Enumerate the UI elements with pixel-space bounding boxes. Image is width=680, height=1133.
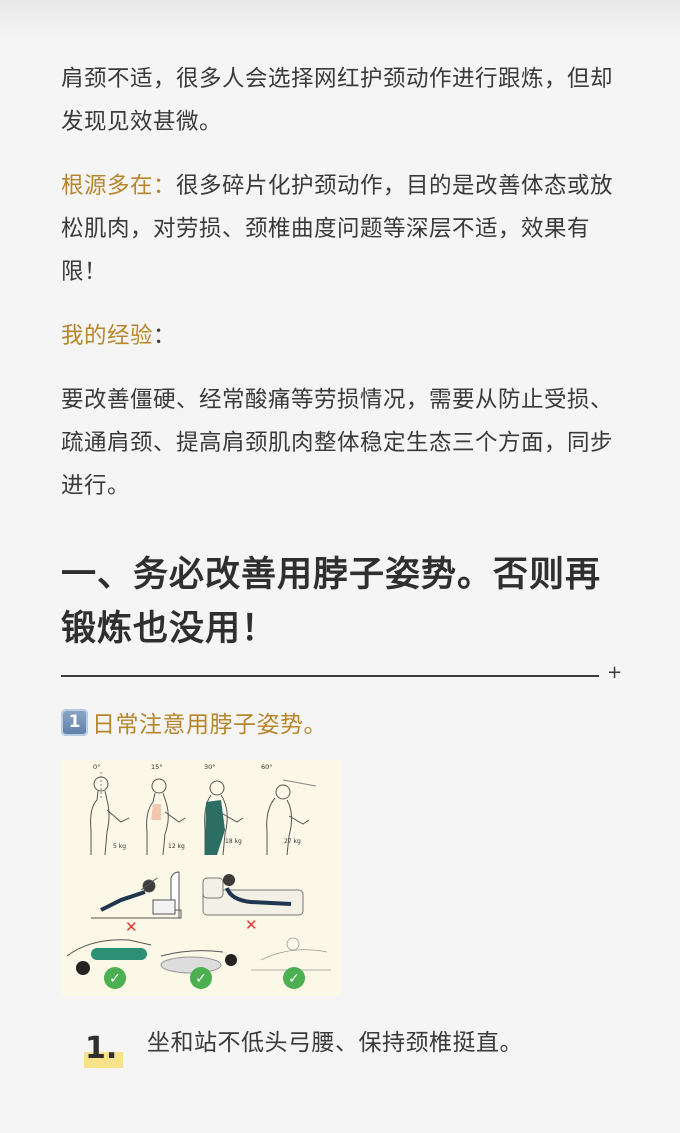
check-mark-1: ✓	[109, 971, 121, 987]
list-item: 1. 坐和站不低头弓腰、保持颈椎挺直。	[84, 1025, 523, 1068]
posture-illustration: 0° 15° 30° 60° 5 kg 12 kg 18 kg 27 kg ✕ …	[61, 760, 341, 996]
experience-paragraph: 我的经验：	[61, 315, 627, 358]
check-mark-2: ✓	[195, 971, 207, 987]
divider-line	[61, 675, 599, 677]
weight-label-5: 5 kg	[113, 843, 126, 850]
posture-illustration-svg: 0° 15° 30° 60° 5 kg 12 kg 18 kg 27 kg ✕ …	[66, 763, 331, 989]
list-number: 1.	[84, 1025, 147, 1068]
angle-label-60: 60°	[261, 763, 273, 771]
root-cause-label: 根源多在：	[61, 173, 177, 199]
check-mark-3: ✓	[288, 971, 300, 987]
experience-label: 我的经验	[61, 323, 154, 349]
advice-paragraph: 要改善僵硬、经常酸痛等劳损情况，需要从防止受损、疏通肩颈、提高肩颈肌肉整体稳定生…	[61, 387, 614, 499]
subsection-title-text: 日常注意用脖子姿势。	[92, 712, 327, 738]
wrong-posture-bed	[91, 871, 182, 919]
angle-label-0: 0°	[93, 763, 100, 771]
keycap-one-icon: 1	[61, 708, 88, 736]
list-item-text: 坐和站不低头弓腰、保持颈椎挺直。	[147, 1030, 523, 1056]
angle-label-30: 30°	[204, 763, 216, 771]
section-divider: +	[61, 662, 627, 683]
weight-label-27: 27 kg	[284, 838, 301, 845]
weight-label-12: 12 kg	[168, 843, 185, 850]
subsection-title: 1 日常注意用脖子姿势。	[61, 705, 627, 739]
cross-mark-2: ✕	[245, 916, 258, 934]
list-number-text: 1.	[85, 1031, 118, 1066]
intro-paragraph: 肩颈不适，很多人会选择网红护颈动作进行跟炼，但却发现见效甚微。	[61, 66, 614, 135]
wrong-posture-sofa	[202, 874, 304, 916]
correct-posture-3	[251, 937, 331, 971]
angle-label-15: 15°	[151, 763, 163, 771]
top-fade	[0, 0, 680, 40]
cross-mark-1: ✕	[125, 918, 138, 936]
article-body: 肩颈不适，很多人会选择网红护颈动作进行跟炼，但却发现见效甚微。 根源多在：很多碎…	[61, 58, 627, 996]
experience-colon: ：	[153, 323, 177, 349]
weight-label-18: 18 kg	[225, 838, 242, 845]
plus-icon: +	[607, 662, 623, 683]
root-cause-paragraph: 根源多在：很多碎片化护颈动作，目的是改善体态或放松肌肉，对劳损、颈椎曲度问题等深…	[61, 165, 627, 294]
section-heading: 一、务必改善用脖子姿势。否则再锻炼也没用！	[61, 555, 602, 649]
